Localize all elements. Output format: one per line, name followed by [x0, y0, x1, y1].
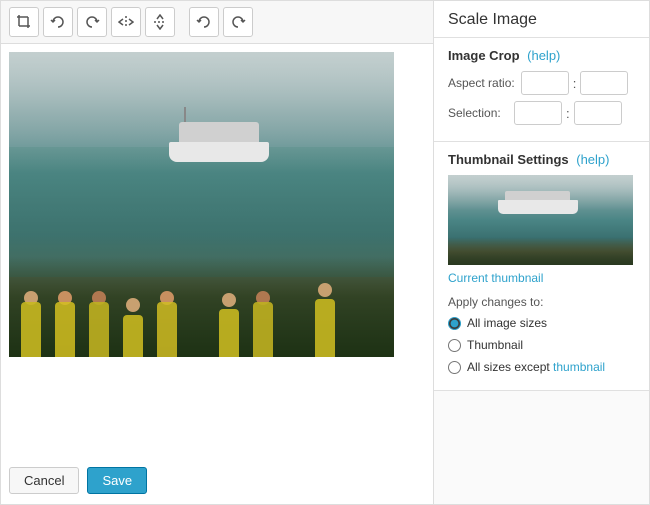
selection-separator: : — [566, 106, 570, 121]
boat-cabin — [179, 122, 259, 144]
all-except-blue-label: thumbnail — [553, 360, 605, 374]
radio-all-sizes-input[interactable] — [448, 317, 461, 330]
crop-button[interactable] — [9, 7, 39, 37]
aspect-ratio-row: Aspect ratio: : — [448, 71, 635, 95]
flip-horizontal-button[interactable] — [111, 7, 141, 37]
person-6 — [214, 292, 244, 357]
selection-label: Selection: — [448, 106, 508, 120]
aspect-ratio-x-input[interactable] — [521, 71, 569, 95]
cancel-button[interactable]: Cancel — [9, 467, 79, 494]
person-8 — [310, 282, 340, 357]
radio-thumbnail: Thumbnail — [448, 337, 635, 354]
save-button[interactable]: Save — [87, 467, 147, 494]
people-group — [9, 272, 394, 357]
selection-x-input[interactable] — [514, 101, 562, 125]
thumbnail-help-link[interactable]: (help) — [576, 152, 609, 167]
main-container: Cancel Save Scale Image Image Crop (help… — [0, 0, 650, 505]
rotate-right-button[interactable] — [77, 7, 107, 37]
aspect-ratio-label: Aspect ratio: — [448, 76, 515, 90]
left-panel: Cancel Save — [1, 1, 434, 504]
rotate-left-button[interactable] — [43, 7, 73, 37]
apply-changes-section: Apply changes to: All image sizes Thumbn… — [448, 295, 635, 375]
thumbnail-title: Thumbnail Settings (help) — [448, 152, 635, 167]
right-header: Scale Image — [434, 1, 649, 38]
boat-hull — [169, 142, 269, 162]
thumb-boat-hull — [498, 200, 578, 214]
aspect-ratio-separator: : — [573, 76, 577, 91]
radio-all-except: All sizes except thumbnail — [448, 359, 635, 376]
person-4 — [118, 297, 148, 357]
image-crop-section: Image Crop (help) Aspect ratio: : Select… — [434, 38, 649, 142]
thumbnail-section: Thumbnail Settings (help) Current thumbn… — [434, 142, 649, 391]
radio-thumbnail-input[interactable] — [448, 339, 461, 352]
current-thumbnail-label: Current thumbnail — [448, 271, 635, 285]
selection-row: Selection: : — [448, 101, 635, 125]
apply-changes-title: Apply changes to: — [448, 295, 635, 309]
thumb-foreground — [448, 237, 633, 265]
image-crop-title: Image Crop (help) — [448, 48, 635, 63]
person-3 — [84, 287, 114, 357]
person-2 — [50, 287, 80, 357]
image-crop-help-link[interactable]: (help) — [527, 48, 560, 63]
person-7 — [248, 287, 278, 357]
thumbnail-preview — [448, 175, 633, 265]
aspect-ratio-y-input[interactable] — [580, 71, 628, 95]
radio-thumbnail-label[interactable]: Thumbnail — [467, 337, 523, 354]
flip-vertical-button[interactable] — [145, 7, 175, 37]
bottom-actions: Cancel Save — [1, 457, 433, 504]
boat-flag — [184, 107, 186, 122]
radio-all-sizes-label[interactable]: All image sizes — [467, 315, 547, 332]
undo-button[interactable] — [189, 7, 219, 37]
boat — [159, 112, 279, 162]
main-image[interactable] — [9, 52, 394, 357]
image-area[interactable] — [1, 44, 433, 457]
radio-all-except-input[interactable] — [448, 361, 461, 374]
toolbar — [1, 1, 433, 44]
panel-title: Scale Image — [448, 11, 635, 29]
person-5 — [152, 287, 182, 357]
selection-y-input[interactable] — [574, 101, 622, 125]
radio-all-sizes: All image sizes — [448, 315, 635, 332]
radio-all-except-label[interactable]: All sizes except thumbnail — [467, 359, 605, 376]
person-1 — [16, 287, 46, 357]
right-panel: Scale Image Image Crop (help) Aspect rat… — [434, 1, 649, 504]
redo-button[interactable] — [223, 7, 253, 37]
